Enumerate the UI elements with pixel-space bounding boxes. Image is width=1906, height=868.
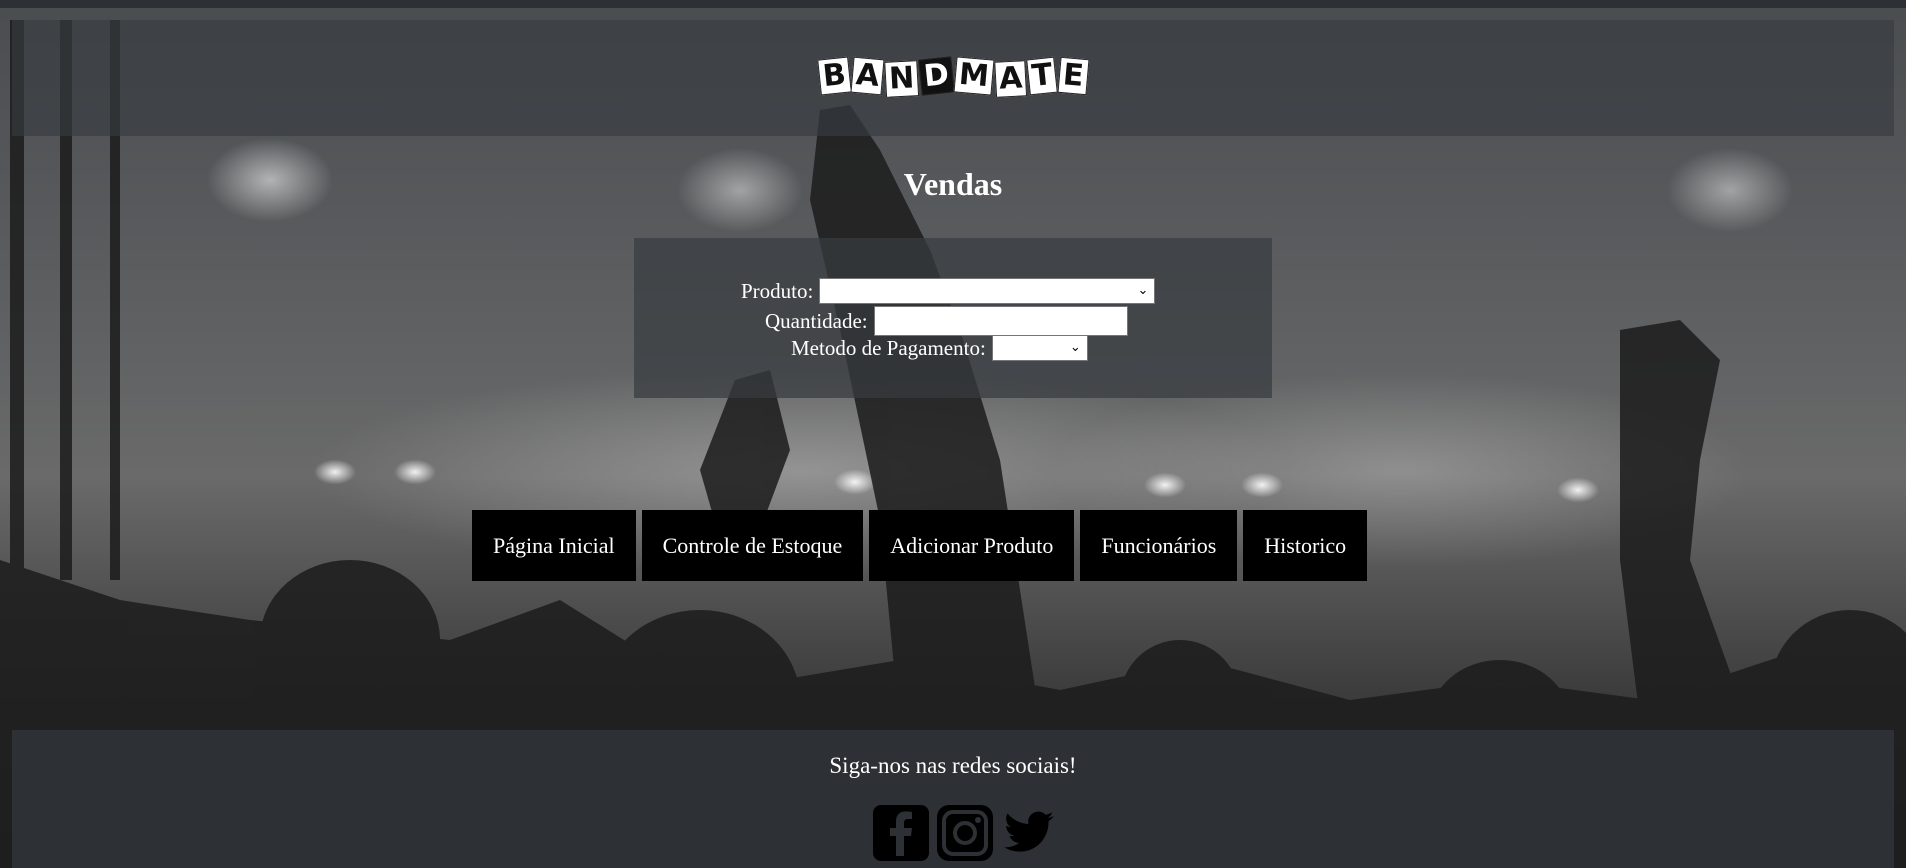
chevron-down-icon: ⌄ <box>1137 283 1149 298</box>
logo-letter: M <box>953 56 995 96</box>
nav-history-button[interactable]: Historico <box>1243 510 1368 581</box>
main-navigation: Página Inicial Controle de Estoque Adici… <box>472 510 1368 581</box>
logo-letter: B <box>817 56 852 96</box>
instagram-icon[interactable] <box>936 804 994 862</box>
quantity-row: Quantidade: <box>765 306 1128 336</box>
payment-row: Metodo de Pagamento: ⌄ <box>791 335 1088 361</box>
product-row: Produto: ⌄ <box>741 278 1156 304</box>
payment-label: Metodo de Pagamento: <box>791 335 986 360</box>
site-footer: Siga-nos nas redes sociais! <box>12 730 1894 868</box>
nav-employees-button[interactable]: Funcionários <box>1080 510 1238 581</box>
top-bar <box>0 0 1906 8</box>
sales-form: Produto: ⌄ Quantidade: Metodo de Pagamen… <box>634 238 1272 398</box>
logo-letter: N <box>884 60 920 98</box>
product-label: Produto: <box>741 278 814 303</box>
payment-method-select[interactable]: ⌄ <box>991 335 1088 361</box>
twitter-icon[interactable] <box>1000 804 1058 862</box>
nav-add-product-button[interactable]: Adicionar Produto <box>869 510 1075 581</box>
footer-text: Siga-nos nas redes sociais! <box>829 753 1077 778</box>
quantity-input[interactable] <box>873 306 1128 336</box>
product-select[interactable]: ⌄ <box>819 278 1156 304</box>
bandmate-logo[interactable]: B A N D M A T E <box>817 56 1089 98</box>
logo-letter: T <box>1026 56 1059 96</box>
chevron-down-icon: ⌄ <box>1069 340 1081 355</box>
logo-letter: A <box>994 60 1028 98</box>
site-header: B A N D M A T E <box>12 20 1894 136</box>
quantity-label: Quantidade: <box>765 308 868 333</box>
nav-stock-control-button[interactable]: Controle de Estoque <box>641 510 864 581</box>
social-links <box>872 804 1058 862</box>
logo-letter: E <box>1057 56 1089 96</box>
page-title: Vendas <box>903 166 1003 202</box>
facebook-icon[interactable] <box>872 804 930 862</box>
logo-letter: A <box>850 56 885 96</box>
nav-home-button[interactable]: Página Inicial <box>472 510 636 581</box>
logo-letter: D <box>918 56 955 96</box>
